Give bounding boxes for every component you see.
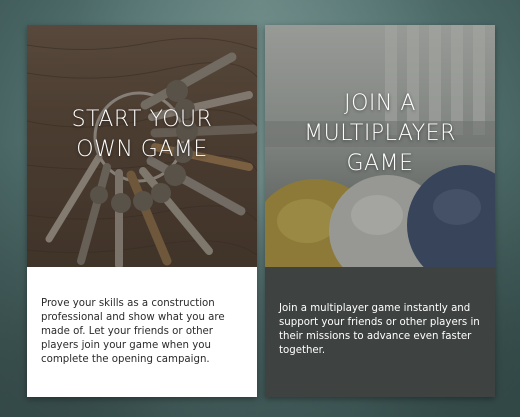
hard-hats-image: JOIN A MULTIPLAYER GAME [265, 25, 495, 267]
title-line: START YOUR [71, 107, 213, 132]
join-multiplayer-game-description: Join a multiplayer game instantly and su… [279, 303, 480, 356]
start-own-game-description: Prove your skills as a construction prof… [41, 298, 225, 365]
title-line: OWN GAME [76, 137, 208, 162]
join-multiplayer-game-card[interactable]: JOIN A MULTIPLAYER GAME Join a multiplay… [265, 25, 495, 397]
title-line: MULTIPLAYER [304, 121, 456, 146]
start-own-game-card[interactable]: START YOUR OWN GAME Prove your skills as… [27, 25, 257, 397]
start-own-game-title: START YOUR OWN GAME [27, 105, 257, 165]
title-line: JOIN A [344, 91, 416, 116]
title-line: GAME [346, 151, 414, 176]
keys-on-wood-image: START YOUR OWN GAME [27, 25, 257, 267]
join-multiplayer-game-title: JOIN A MULTIPLAYER GAME [265, 89, 495, 179]
start-own-game-body: Prove your skills as a construction prof… [27, 267, 257, 397]
join-multiplayer-game-body: Join a multiplayer game instantly and su… [265, 267, 495, 397]
